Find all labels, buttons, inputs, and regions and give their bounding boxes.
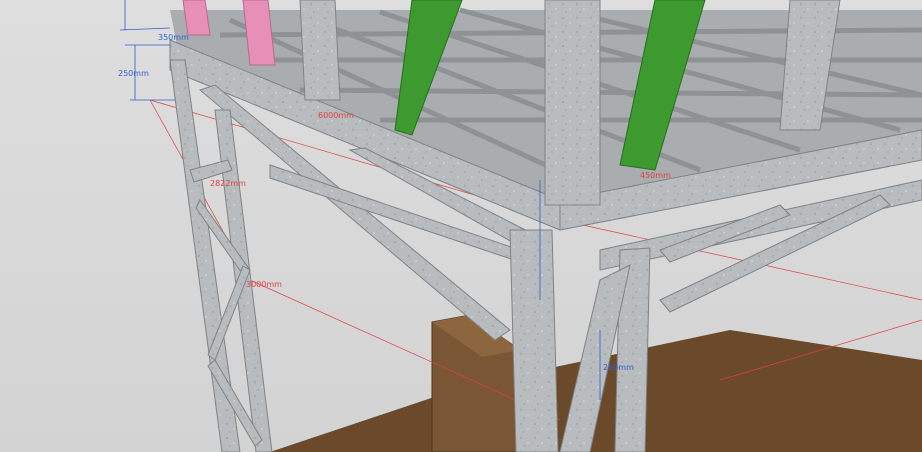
corner-post	[509, 229, 559, 452]
sketchup-3d-viewport[interactable]: 350mm 250mm 6000mm 2822mm 3000mm 250mm 4…	[0, 0, 922, 452]
left-tower	[169, 59, 273, 452]
dim-red-top: 6000mm	[318, 111, 354, 120]
dim-250-bottom: 250mm	[603, 363, 634, 372]
corner-post-upper	[544, 0, 601, 206]
dim-250-left: 250mm	[118, 69, 149, 78]
dim-3000: 3000mm	[246, 280, 282, 289]
pink-member-1	[182, 0, 211, 36]
rear-post	[299, 0, 341, 101]
dim-2822: 2822mm	[210, 179, 246, 188]
dim-450: 450mm	[640, 171, 671, 180]
steel-frame-model: 350mm 250mm 6000mm 2822mm 3000mm 250mm 4…	[118, 0, 922, 452]
dim-350: 350mm	[158, 33, 189, 42]
